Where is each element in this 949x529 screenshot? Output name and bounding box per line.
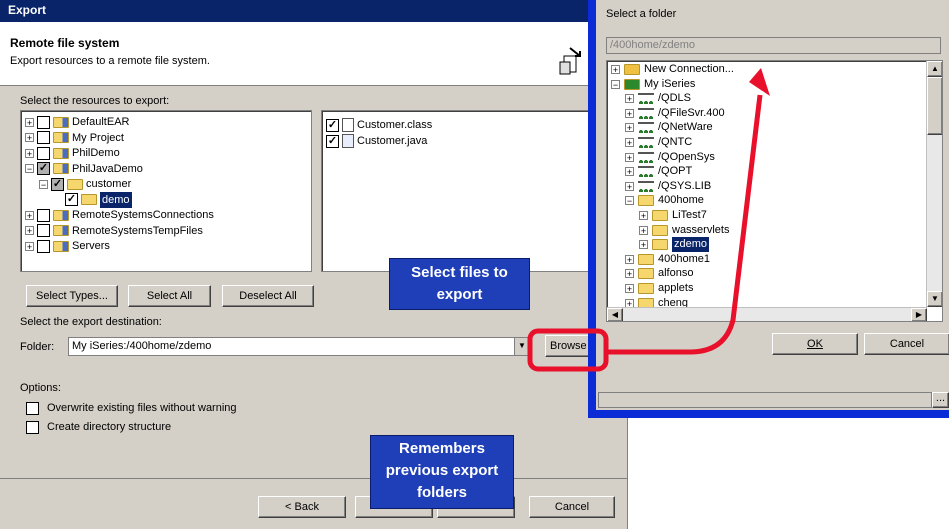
arrow-head-icon — [749, 68, 770, 96]
browse-highlight — [527, 328, 609, 372]
highlight-overlay — [527, 68, 770, 372]
arrow-path — [606, 94, 763, 355]
